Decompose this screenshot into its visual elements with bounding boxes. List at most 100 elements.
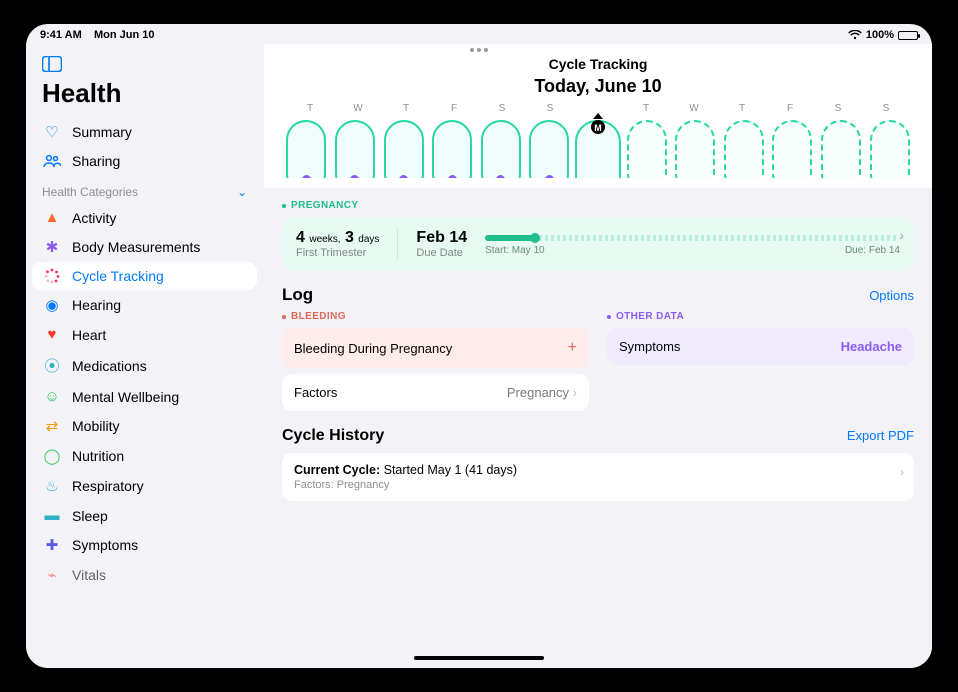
factors-title: Factors (294, 385, 337, 400)
pregnancy-dot-icon (350, 175, 359, 178)
sidebar-group-header[interactable]: Health Categories ⌄ (32, 175, 257, 203)
day-pill-future[interactable] (870, 120, 910, 178)
lungs-icon: ♨ (42, 477, 62, 495)
status-bar: 9:41 AM Mon Jun 10 100% (26, 24, 932, 44)
sidebar-item-symptoms[interactable]: ✚ Symptoms (32, 530, 257, 560)
symptoms-card-label: Symptoms (619, 339, 680, 354)
day-pill-future[interactable] (627, 120, 667, 178)
sidebar-item-medications[interactable]: ⦿ Medications (32, 349, 257, 382)
person-walk-icon: ✚ (42, 536, 62, 554)
status-left: 9:41 AM Mon Jun 10 (40, 29, 155, 41)
multitask-handle[interactable] (470, 48, 488, 52)
sidebar-item-label: Heart (72, 327, 106, 343)
day-letter: S (862, 103, 910, 114)
day-pill[interactable] (481, 120, 521, 178)
app-title: Health (32, 76, 257, 117)
main-scroll-area[interactable]: PREGNANCY 4 weeks, 3 days First Trimeste… (264, 188, 932, 668)
factors-value: Pregnancy (507, 385, 569, 400)
sidebar-item-sharing[interactable]: Sharing (32, 147, 257, 175)
day-letter: T (622, 103, 670, 114)
status-time: 9:41 AM (40, 29, 82, 41)
pregnancy-dot-icon (448, 175, 457, 178)
export-pdf-link[interactable]: Export PDF (847, 428, 914, 443)
sidebar-item-body-measurements[interactable]: ✱ Body Measurements (32, 232, 257, 262)
progress-due-label: Due: Feb 14 (845, 245, 900, 256)
pregnancy-summary-card[interactable]: 4 weeks, 3 days First Trimester Feb 14 D… (282, 217, 914, 271)
day-letter: S (478, 103, 526, 114)
page-title: Cycle Tracking (282, 44, 914, 76)
progress-knob-icon (530, 233, 540, 243)
day-pill[interactable] (529, 120, 569, 178)
day-pill[interactable] (432, 120, 472, 178)
home-indicator[interactable] (414, 656, 544, 660)
sidebar-item-label: Respiratory (72, 478, 144, 494)
sidebar-item-hearing[interactable]: ◉ Hearing (32, 290, 257, 320)
sidebar-item-vitals[interactable]: ⌁ Vitals (32, 560, 257, 590)
bleeding-section-label: BLEEDING (282, 311, 589, 322)
sidebar-item-mobility[interactable]: ⇄ Mobility (32, 411, 257, 441)
heart-outline-icon: ♡ (42, 123, 62, 141)
sidebar-item-label: Medications (72, 358, 147, 374)
current-cycle-label: Current Cycle: (294, 463, 380, 477)
status-date: Mon Jun 10 (94, 29, 155, 41)
vitals-icon: ⌁ (42, 566, 62, 584)
bleeding-card-label: Bleeding During Pregnancy (294, 341, 452, 356)
day-letter: S (526, 103, 574, 114)
day-pill-future[interactable] (772, 120, 812, 178)
pregnancy-progress: Start: May 10 Due: Feb 14 (485, 233, 900, 256)
symptoms-card[interactable]: Symptoms Headache (607, 328, 914, 365)
sidebar-item-cycle-tracking[interactable]: Cycle Tracking (32, 262, 257, 290)
pregnancy-due-date: Feb 14 Due Date (416, 229, 467, 259)
mobility-icon: ⇄ (42, 417, 62, 435)
sidebar-item-mental-wellbeing[interactable]: ☺ Mental Wellbeing (32, 382, 257, 411)
day-pill-future[interactable] (724, 120, 764, 178)
day-pill[interactable] (384, 120, 424, 178)
day-pill-future[interactable] (821, 120, 861, 178)
battery-icon (898, 31, 918, 40)
sidebar-item-label: Summary (72, 124, 132, 140)
options-link[interactable]: Options (869, 288, 914, 303)
pregnancy-section-label: PREGNANCY (282, 200, 914, 211)
bleeding-card[interactable]: Bleeding During Pregnancy + (282, 328, 589, 368)
sidebar-item-respiratory[interactable]: ♨ Respiratory (32, 471, 257, 501)
pregnancy-duration: 4 weeks, 3 days First Trimester (296, 229, 379, 259)
svg-text:M: M (594, 123, 602, 133)
sidebar-item-summary[interactable]: ♡ Summary (32, 117, 257, 147)
day-letter: F (766, 103, 814, 114)
sidebar-item-label: Mobility (72, 418, 119, 434)
day-letter: F (430, 103, 478, 114)
screen: 9:41 AM Mon Jun 10 100% Health (26, 24, 932, 668)
plus-icon[interactable]: + (568, 339, 577, 357)
sidebar: Health ♡ Summary Sharing Health Categori… (26, 44, 264, 668)
factors-card[interactable]: Factors Pregnancy › (282, 374, 589, 411)
pills-icon: ⦿ (42, 355, 62, 376)
apple-icon: ◯ (42, 447, 62, 465)
day-pill[interactable] (286, 120, 326, 178)
sidebar-item-nutrition[interactable]: ◯ Nutrition (32, 441, 257, 471)
ipad-frame: 9:41 AM Mon Jun 10 100% Health (0, 0, 958, 692)
pregnancy-dot-icon (302, 175, 311, 178)
chevron-down-icon: ⌄ (237, 185, 247, 199)
log-title: Log (282, 285, 313, 305)
sidebar-item-sleep[interactable]: ▬ Sleep (32, 501, 257, 530)
sidebar-item-activity[interactable]: ▲ Activity (32, 203, 257, 232)
people-icon (42, 154, 62, 168)
sidebar-item-heart[interactable]: ♥ Heart (32, 320, 257, 349)
divider (397, 229, 398, 259)
today-marker-icon: M (589, 113, 607, 135)
current-cycle-card[interactable]: Current Cycle: Started May 1 (41 days) F… (282, 453, 914, 501)
chevron-right-icon: › (899, 227, 904, 243)
body-icon: ✱ (42, 238, 62, 256)
chevron-right-icon: › (573, 385, 577, 400)
day-letter-today: M (574, 103, 622, 114)
day-pill[interactable] (335, 120, 375, 178)
day-pill-future[interactable] (675, 120, 715, 178)
battery-percent: 100% (866, 29, 894, 41)
sidebar-toggle-icon[interactable] (32, 52, 257, 76)
sidebar-item-label: Body Measurements (72, 239, 200, 255)
pregnancy-dot-icon (545, 175, 554, 178)
day-letter: S (814, 103, 862, 114)
sidebar-item-label: Nutrition (72, 448, 124, 464)
log-header: Log Options (282, 285, 914, 305)
main-panel: Cycle Tracking Today, June 10 T W T F S … (264, 44, 932, 668)
